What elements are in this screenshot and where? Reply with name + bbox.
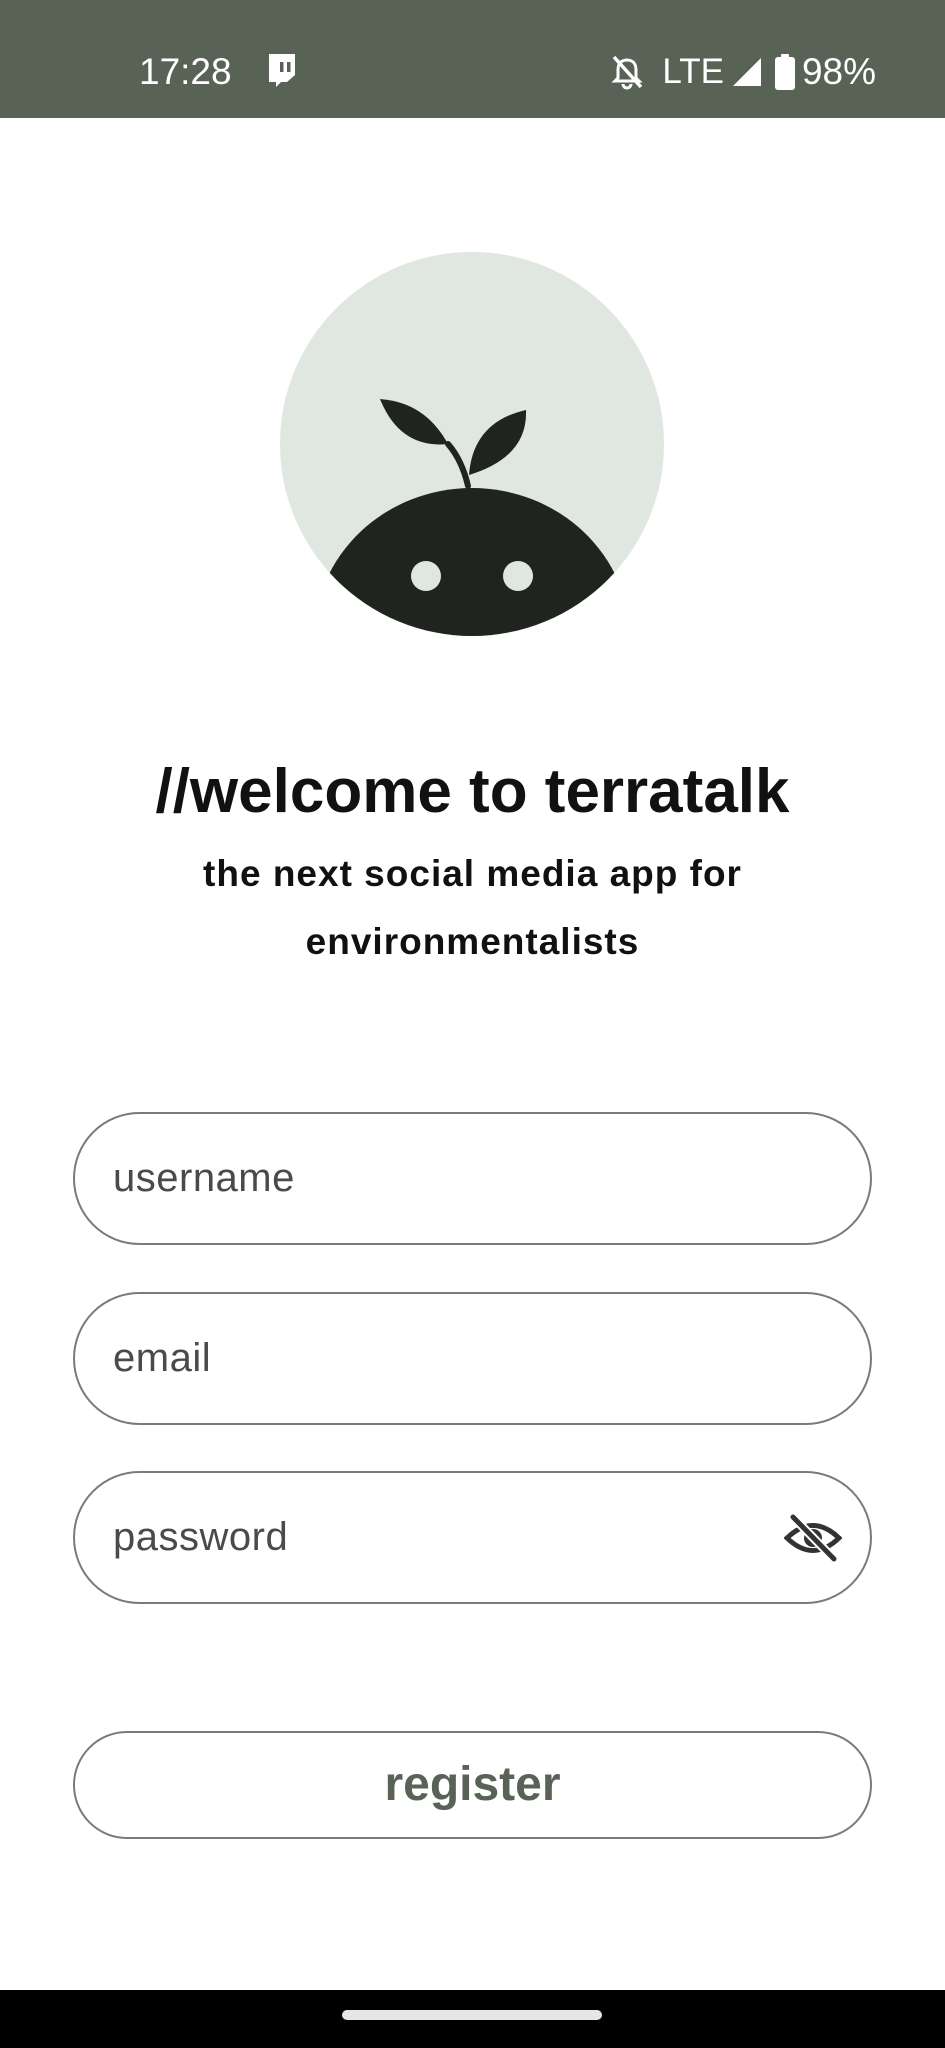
eye-off-icon[interactable] (784, 1509, 842, 1567)
email-input[interactable] (113, 1294, 793, 1423)
network-type: LTE (662, 52, 724, 91)
system-navigation-bar (0, 1990, 945, 2048)
twitch-icon (269, 54, 295, 87)
signal-icon (732, 58, 761, 86)
status-time: 17:28 (139, 51, 232, 92)
welcome-title: //welcome to terratalk (155, 757, 790, 826)
battery-percent: 98% (801, 51, 876, 92)
terratalk-logo (280, 252, 664, 636)
username-input[interactable] (113, 1114, 793, 1243)
home-indicator[interactable] (342, 2010, 602, 2020)
status-bar: 17:28 LTE 98% (0, 0, 945, 118)
username-field[interactable] (73, 1112, 872, 1245)
password-input[interactable] (113, 1473, 793, 1602)
notifications-off-icon (611, 55, 643, 90)
password-field[interactable] (73, 1471, 872, 1604)
battery-icon (774, 54, 795, 90)
email-field[interactable] (73, 1292, 872, 1425)
status-indicators: LTE 98% (610, 48, 876, 96)
register-button[interactable]: register (73, 1731, 872, 1839)
welcome-subtitle: the next social media app for environmen… (203, 853, 742, 962)
